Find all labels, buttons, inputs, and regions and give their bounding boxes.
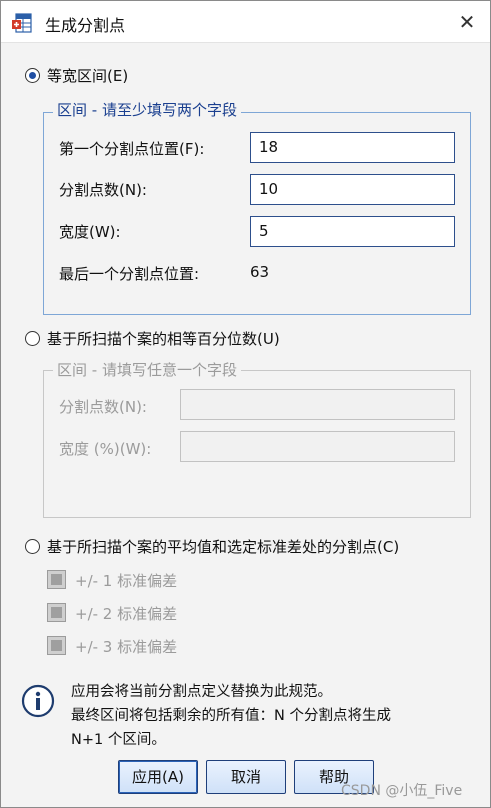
percentiles-radio[interactable]: [25, 331, 40, 346]
pct-num-cuts-label: 分割点数(N):: [59, 398, 147, 416]
title-bar: 生成分割点 ✕: [1, 1, 490, 43]
app-icon: [12, 13, 32, 33]
close-button[interactable]: ✕: [452, 7, 482, 37]
percentiles-group-legend: 区间 - 请填写任意一个字段: [53, 359, 241, 380]
num-cuts-label: 分割点数(N):: [59, 181, 147, 199]
close-icon: ✕: [458, 10, 476, 34]
equal-width-label: 等宽区间(E): [47, 67, 129, 85]
info-line-3: N+1 个区间。: [71, 732, 166, 748]
equal-width-radio[interactable]: [25, 68, 40, 83]
window-title: 生成分割点: [45, 16, 126, 35]
sd2-checkbox[interactable]: [47, 603, 66, 622]
sd2-label: +/- 2 标准偏差: [75, 605, 178, 623]
info-line-1: 应用会将当前分割点定义替换为此规范。: [71, 684, 332, 700]
watermark: CSDN @小伍_Five: [341, 783, 463, 799]
width-field[interactable]: 5: [250, 216, 455, 247]
pct-width-field[interactable]: [180, 431, 455, 462]
mean-sd-radio[interactable]: [25, 539, 40, 554]
width-label: 宽度(W):: [59, 223, 121, 241]
first-cut-field[interactable]: 18: [250, 132, 455, 163]
pct-width-label: 宽度 (%)(W):: [59, 440, 152, 458]
sd1-checkbox[interactable]: [47, 570, 66, 589]
sd3-checkbox[interactable]: [47, 636, 66, 655]
equal-width-group-legend: 区间 - 请至少填写两个字段: [53, 99, 241, 120]
pct-num-cuts-field[interactable]: [180, 389, 455, 420]
sd3-label: +/- 3 标准偏差: [75, 638, 178, 656]
last-cut-value: 63: [250, 263, 270, 281]
apply-button[interactable]: 应用(A): [118, 760, 198, 794]
percentiles-label: 基于所扫描个案的相等百分位数(U): [47, 330, 280, 348]
first-cut-label: 第一个分割点位置(F):: [59, 140, 205, 158]
cancel-button[interactable]: 取消: [206, 760, 286, 794]
info-icon: [21, 684, 55, 718]
generate-cutpoints-dialog: 生成分割点 ✕ 等宽区间(E) 区间 - 请至少填写两个字段 第一个分割点位置(…: [0, 0, 491, 808]
sd1-label: +/- 1 标准偏差: [75, 572, 178, 590]
num-cuts-field[interactable]: 10: [250, 174, 455, 205]
last-cut-label: 最后一个分割点位置:: [59, 265, 200, 283]
mean-sd-label: 基于所扫描个案的平均值和选定标准差处的分割点(C): [47, 538, 400, 556]
info-line-2: 最终区间将包括剩余的所有值：N 个分割点将生成: [71, 708, 391, 724]
